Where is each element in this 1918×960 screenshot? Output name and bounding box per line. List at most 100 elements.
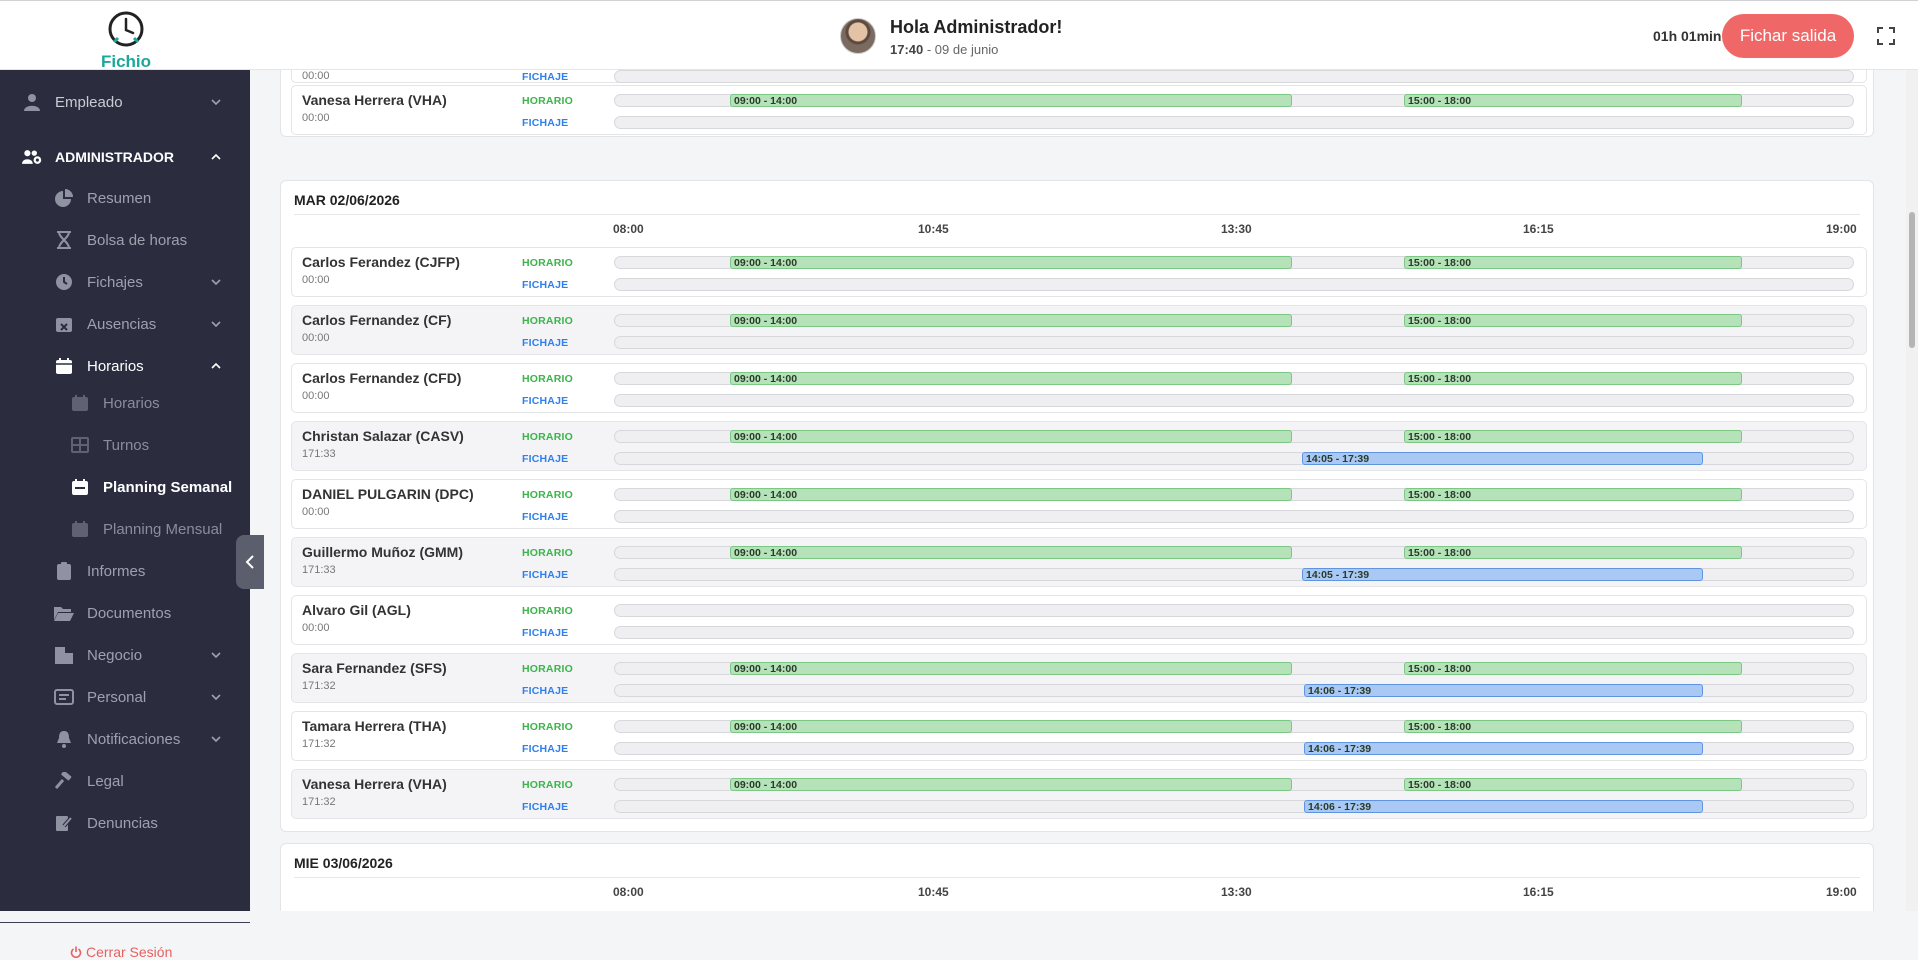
sidebar-item-fichajes[interactable]: Fichajes	[0, 265, 250, 299]
horario-segment[interactable]: 09:00 - 14:00	[730, 720, 1292, 733]
sidebar-item-personal[interactable]: Personal	[0, 680, 250, 714]
chevron-down-icon	[211, 279, 221, 286]
fichaje-label: FICHAJE	[522, 685, 569, 697]
axis-tick: 10:45	[918, 222, 949, 236]
fichaje-segment[interactable]: 14:06 - 17:39	[1304, 684, 1703, 697]
sidebar-item-resumen[interactable]: Resumen	[0, 181, 250, 215]
horario-segment[interactable]: 15:00 - 18:00	[1404, 488, 1742, 501]
horario-segment[interactable]: 15:00 - 18:00	[1404, 372, 1742, 385]
sidebar-item-informes[interactable]: Informes	[0, 554, 250, 588]
employee-row[interactable]: Alvaro Gil (AGL) 00:00 HORARIO FICHAJE	[291, 595, 1867, 645]
horario-segment[interactable]: 15:00 - 18:00	[1404, 94, 1742, 107]
fichaje-segment[interactable]: 14:06 - 17:39	[1304, 742, 1703, 755]
sidebar-item-legal[interactable]: Legal	[0, 764, 250, 798]
sidebar-item-planning-mensual[interactable]: Planning Mensual	[0, 512, 250, 546]
id-card-icon	[54, 687, 74, 707]
horario-segment[interactable]: 09:00 - 14:00	[730, 488, 1292, 501]
horario-segment[interactable]: 09:00 - 14:00	[730, 546, 1292, 559]
sidebar-item-empleado[interactable]: Empleado	[0, 85, 250, 119]
sidebar-item-horarios-group[interactable]: Horarios	[0, 349, 250, 383]
horario-segment[interactable]: 15:00 - 18:00	[1404, 256, 1742, 269]
app-logo[interactable]: Fichio	[100, 9, 152, 72]
horario-label: HORARIO	[522, 779, 573, 791]
employee-row[interactable]: Christan Salazar (CASV) 171:33 HORARIO F…	[291, 421, 1867, 471]
sidebar-item-bolsa-de-horas[interactable]: Bolsa de horas	[0, 223, 250, 257]
horario-segment[interactable]: 15:00 - 18:00	[1404, 662, 1742, 675]
horario-label: HORARIO	[522, 721, 573, 733]
fichaje-segment[interactable]: 14:05 - 17:39	[1302, 452, 1703, 465]
employee-name: Guillermo Muñoz (GMM)	[302, 544, 463, 560]
horario-label: HORARIO	[522, 373, 573, 385]
sidebar-label: Resumen	[87, 189, 152, 207]
fichaje-track	[614, 70, 1854, 83]
fichaje-segment[interactable]: 14:06 - 17:39	[1304, 800, 1703, 813]
sidebar-item-ausencias[interactable]: Ausencias	[0, 307, 250, 341]
sidebar-label: Planning Semanal	[103, 478, 233, 496]
fichaje-label: FICHAJE	[522, 117, 569, 129]
employee-row[interactable]: Tamara Herrera (THA) 171:32 HORARIO FICH…	[291, 711, 1867, 761]
horario-label: HORARIO	[522, 547, 573, 559]
fichaje-label: FICHAJE	[522, 569, 569, 581]
top-bar: Fichio Hola Administrador! 17:40 - 09 de…	[0, 0, 1918, 72]
sidebar-item-negocio[interactable]: Negocio	[0, 638, 250, 672]
horario-segment[interactable]: 09:00 - 14:00	[730, 94, 1292, 107]
chevron-down-icon	[211, 694, 221, 701]
logout-button[interactable]: Cerrar Sesión	[70, 944, 172, 960]
employee-row[interactable]: Vanesa Herrera (VHA) 00:00 HORARIO FICHA…	[291, 85, 1867, 135]
fichaje-segment[interactable]: 14:05 - 17:39	[1302, 568, 1703, 581]
horario-segment[interactable]: 09:00 - 14:00	[730, 778, 1292, 791]
employee-row[interactable]: DANIEL PULGARIN (DPC) 00:00 HORARIO FICH…	[291, 479, 1867, 529]
sidebar-item-horarios[interactable]: Horarios	[0, 386, 250, 420]
employee-hours: 00:00	[302, 70, 330, 82]
horario-segment[interactable]: 15:00 - 18:00	[1404, 778, 1742, 791]
employee-row[interactable]: Vanesa Herrera (VHA) 171:32 HORARIO FICH…	[291, 769, 1867, 819]
axis-tick: 16:15	[1523, 222, 1554, 236]
horario-segment[interactable]: 09:00 - 14:00	[730, 256, 1292, 269]
calendar-icon	[54, 356, 74, 376]
sidebar-item-notificaciones[interactable]: Notificaciones	[0, 722, 250, 756]
horario-label: HORARIO	[522, 95, 573, 107]
pie-chart-icon	[54, 188, 74, 208]
current-date: - 09 de junio	[923, 42, 999, 57]
horario-track: 09:00 - 14:00 15:00 - 18:00	[614, 314, 1854, 327]
fullscreen-icon[interactable]	[1877, 27, 1895, 45]
employee-hours: 00:00	[302, 506, 330, 518]
horario-segment[interactable]: 09:00 - 14:00	[730, 662, 1292, 675]
axis-tick: 08:00	[613, 222, 644, 236]
sidebar-item-denuncias[interactable]: Denuncias	[0, 806, 250, 840]
fichaje-track	[614, 394, 1854, 407]
horario-segment[interactable]: 09:00 - 14:00	[730, 430, 1292, 443]
horario-segment[interactable]: 15:00 - 18:00	[1404, 546, 1742, 559]
employee-row[interactable]: Sara Fernandez (SFS) 171:32 HORARIO FICH…	[291, 653, 1867, 703]
fichar-salida-button[interactable]: Fichar salida	[1722, 14, 1854, 58]
fichaje-track	[614, 278, 1854, 291]
horario-segment[interactable]: 09:00 - 14:00	[730, 314, 1292, 327]
chevron-up-icon	[211, 153, 221, 160]
scrollbar-thumb[interactable]	[1909, 212, 1915, 348]
sidebar-item-turnos[interactable]: Turnos	[0, 428, 250, 462]
employee-row[interactable]: 00:00 FICHAJE	[291, 70, 1867, 83]
horario-segment[interactable]: 15:00 - 18:00	[1404, 720, 1742, 733]
employee-row[interactable]: Carlos Fernandez (CFD) 00:00 HORARIO FIC…	[291, 363, 1867, 413]
employee-row[interactable]: Guillermo Muñoz (GMM) 171:33 HORARIO FIC…	[291, 537, 1867, 587]
users-cog-icon	[22, 147, 42, 167]
horario-segment[interactable]: 09:00 - 14:00	[730, 372, 1292, 385]
fichaje-label: FICHAJE	[522, 801, 569, 813]
sidebar-item-planning-semanal[interactable]: Planning Semanal	[0, 470, 250, 504]
sidebar-item-administrador[interactable]: ADMINISTRADOR	[0, 140, 250, 174]
sidebar-item-documentos[interactable]: Documentos	[0, 596, 250, 630]
sidebar-label: Ausencias	[87, 315, 157, 333]
fichaje-label: FICHAJE	[522, 337, 569, 349]
employee-row[interactable]: Carlos Fernandez (CF) 00:00 HORARIO FICH…	[291, 305, 1867, 355]
horario-segment[interactable]: 15:00 - 18:00	[1404, 314, 1742, 327]
avatar[interactable]	[840, 18, 876, 54]
employee-hours: 171:33	[302, 564, 336, 576]
sidebar-label: Negocio	[87, 646, 143, 664]
page-scrollbar[interactable]	[1906, 70, 1918, 911]
fichaje-track	[614, 116, 1854, 129]
horario-segment[interactable]: 15:00 - 18:00	[1404, 430, 1742, 443]
employee-row[interactable]: Carlos Ferandez (CJFP) 00:00 HORARIO FIC…	[291, 247, 1867, 297]
clock-logo-icon	[108, 11, 144, 47]
sidebar-label: Personal	[87, 688, 147, 706]
employee-hours: 00:00	[302, 390, 330, 402]
